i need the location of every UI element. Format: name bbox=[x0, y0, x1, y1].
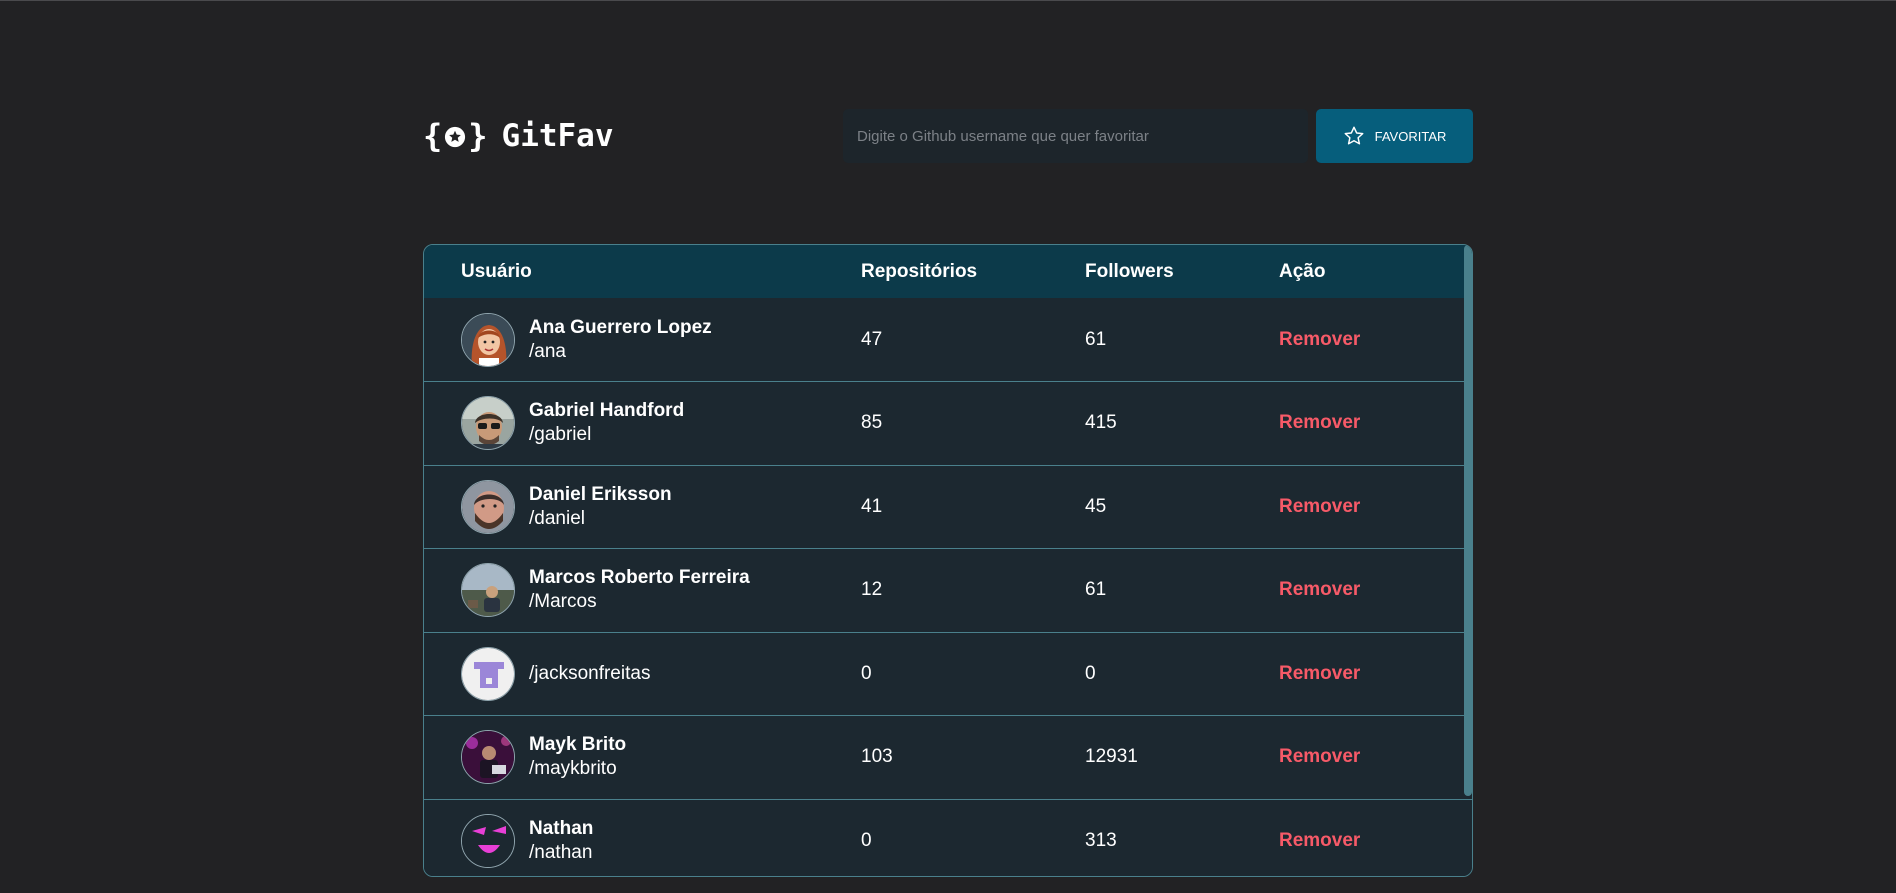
followers-count: 61 bbox=[1085, 328, 1107, 350]
header-user: Usuário bbox=[461, 260, 532, 282]
followers-count: 12931 bbox=[1085, 746, 1138, 768]
table-row: Nathan /nathan 0 313 Remover bbox=[424, 799, 1472, 876]
user-login: /maykbrito bbox=[529, 758, 617, 780]
repos-count: 41 bbox=[861, 495, 883, 517]
repos-count: 103 bbox=[861, 746, 893, 768]
user-login: /gabriel bbox=[529, 424, 592, 446]
star-outline-icon bbox=[1344, 126, 1364, 145]
repos-count: 85 bbox=[861, 412, 883, 434]
user-name: Ana Guerrero Lopez bbox=[529, 316, 712, 338]
user-cell[interactable]: Daniel Eriksson /daniel bbox=[461, 479, 861, 534]
gitfav-logo-icon: { } bbox=[423, 117, 488, 155]
app-header: { } GitFav FAVORITAR bbox=[423, 109, 1473, 163]
favorite-button-label: FAVORITAR bbox=[1374, 128, 1447, 144]
user-cell[interactable]: /jacksonfreitas bbox=[461, 646, 861, 701]
table-row: Marcos Roberto Ferreira /Marcos 12 61 Re… bbox=[424, 548, 1472, 632]
remove-button[interactable]: Remover bbox=[1279, 663, 1360, 685]
user-login: /Marcos bbox=[529, 591, 597, 613]
user-cell[interactable]: Mayk Brito /maykbrito bbox=[461, 730, 861, 785]
remove-button[interactable]: Remover bbox=[1279, 412, 1360, 434]
identicon-avatar-icon[interactable] bbox=[461, 646, 515, 701]
user-name: Gabriel Handford bbox=[529, 400, 685, 422]
cartoon-woman-avatar-icon[interactable] bbox=[461, 312, 515, 367]
table-header-row: Usuário Repositórios Followers Ação bbox=[424, 245, 1472, 298]
brand-name: GitFav bbox=[501, 118, 614, 154]
followers-count: 415 bbox=[1085, 412, 1117, 434]
user-login: /nathan bbox=[529, 842, 593, 863]
followers-count: 313 bbox=[1085, 830, 1117, 851]
header-repositories: Repositórios bbox=[861, 260, 978, 282]
user-login: /daniel bbox=[529, 507, 585, 529]
remove-button[interactable]: Remover bbox=[1279, 830, 1360, 852]
table-row: Ana Guerrero Lopez /ana 47 61 Remover bbox=[424, 298, 1472, 382]
remove-button[interactable]: Remover bbox=[1279, 329, 1360, 351]
star-icon bbox=[445, 126, 466, 148]
outdoor-photo-avatar-icon[interactable] bbox=[461, 563, 515, 618]
app-container: { } GitFav FAVORITAR Usuário bbox=[423, 109, 1473, 877]
header-followers: Followers bbox=[1085, 260, 1174, 282]
table-row: Gabriel Handford /gabriel 85 415 Remover bbox=[424, 381, 1472, 465]
user-cell[interactable]: Ana Guerrero Lopez /ana bbox=[461, 312, 861, 367]
search-bar: FAVORITAR bbox=[843, 109, 1473, 163]
followers-count: 61 bbox=[1085, 579, 1107, 601]
header-action: Ação bbox=[1279, 260, 1326, 282]
user-cell[interactable]: Marcos Roberto Ferreira /Marcos bbox=[461, 563, 861, 618]
bearded-man-avatar-icon[interactable] bbox=[461, 479, 515, 534]
table-scrollbar[interactable] bbox=[1464, 245, 1472, 796]
user-login: /jacksonfreitas bbox=[529, 662, 651, 684]
user-name: Daniel Eriksson bbox=[529, 483, 672, 505]
repos-count: 47 bbox=[861, 328, 883, 350]
remove-button[interactable]: Remover bbox=[1279, 579, 1360, 601]
pink-face-avatar-icon[interactable] bbox=[461, 814, 515, 868]
table-row: Mayk Brito /maykbrito 103 12931 Remover bbox=[424, 715, 1472, 799]
user-name: Marcos Roberto Ferreira bbox=[529, 567, 750, 589]
brand: { } GitFav bbox=[423, 117, 614, 155]
man-with-sunglasses-avatar-icon[interactable] bbox=[461, 396, 515, 451]
favorites-table-container: Usuário Repositórios Followers Ação Ana … bbox=[423, 244, 1473, 877]
favorites-table: Usuário Repositórios Followers Ação Ana … bbox=[424, 245, 1472, 876]
followers-count: 0 bbox=[1085, 662, 1096, 684]
followers-count: 45 bbox=[1085, 495, 1107, 517]
user-login: /ana bbox=[529, 340, 566, 362]
remove-button[interactable]: Remover bbox=[1279, 746, 1360, 768]
repos-count: 0 bbox=[861, 830, 872, 851]
user-cell[interactable]: Gabriel Handford /gabriel bbox=[461, 396, 861, 451]
repos-count: 12 bbox=[861, 579, 883, 601]
user-cell[interactable]: Nathan /nathan bbox=[461, 814, 861, 868]
user-name: Mayk Brito bbox=[529, 734, 627, 756]
remove-button[interactable]: Remover bbox=[1279, 496, 1360, 518]
table-row: Daniel Eriksson /daniel 41 45 Remover bbox=[424, 465, 1472, 549]
table-row: /jacksonfreitas 0 0 Remover bbox=[424, 632, 1472, 716]
favorite-button[interactable]: FAVORITAR bbox=[1316, 109, 1473, 163]
purple-stage-avatar-icon[interactable] bbox=[461, 730, 515, 785]
user-name: Nathan bbox=[529, 818, 594, 839]
repos-count: 0 bbox=[861, 662, 872, 684]
username-search-input[interactable] bbox=[843, 109, 1308, 163]
